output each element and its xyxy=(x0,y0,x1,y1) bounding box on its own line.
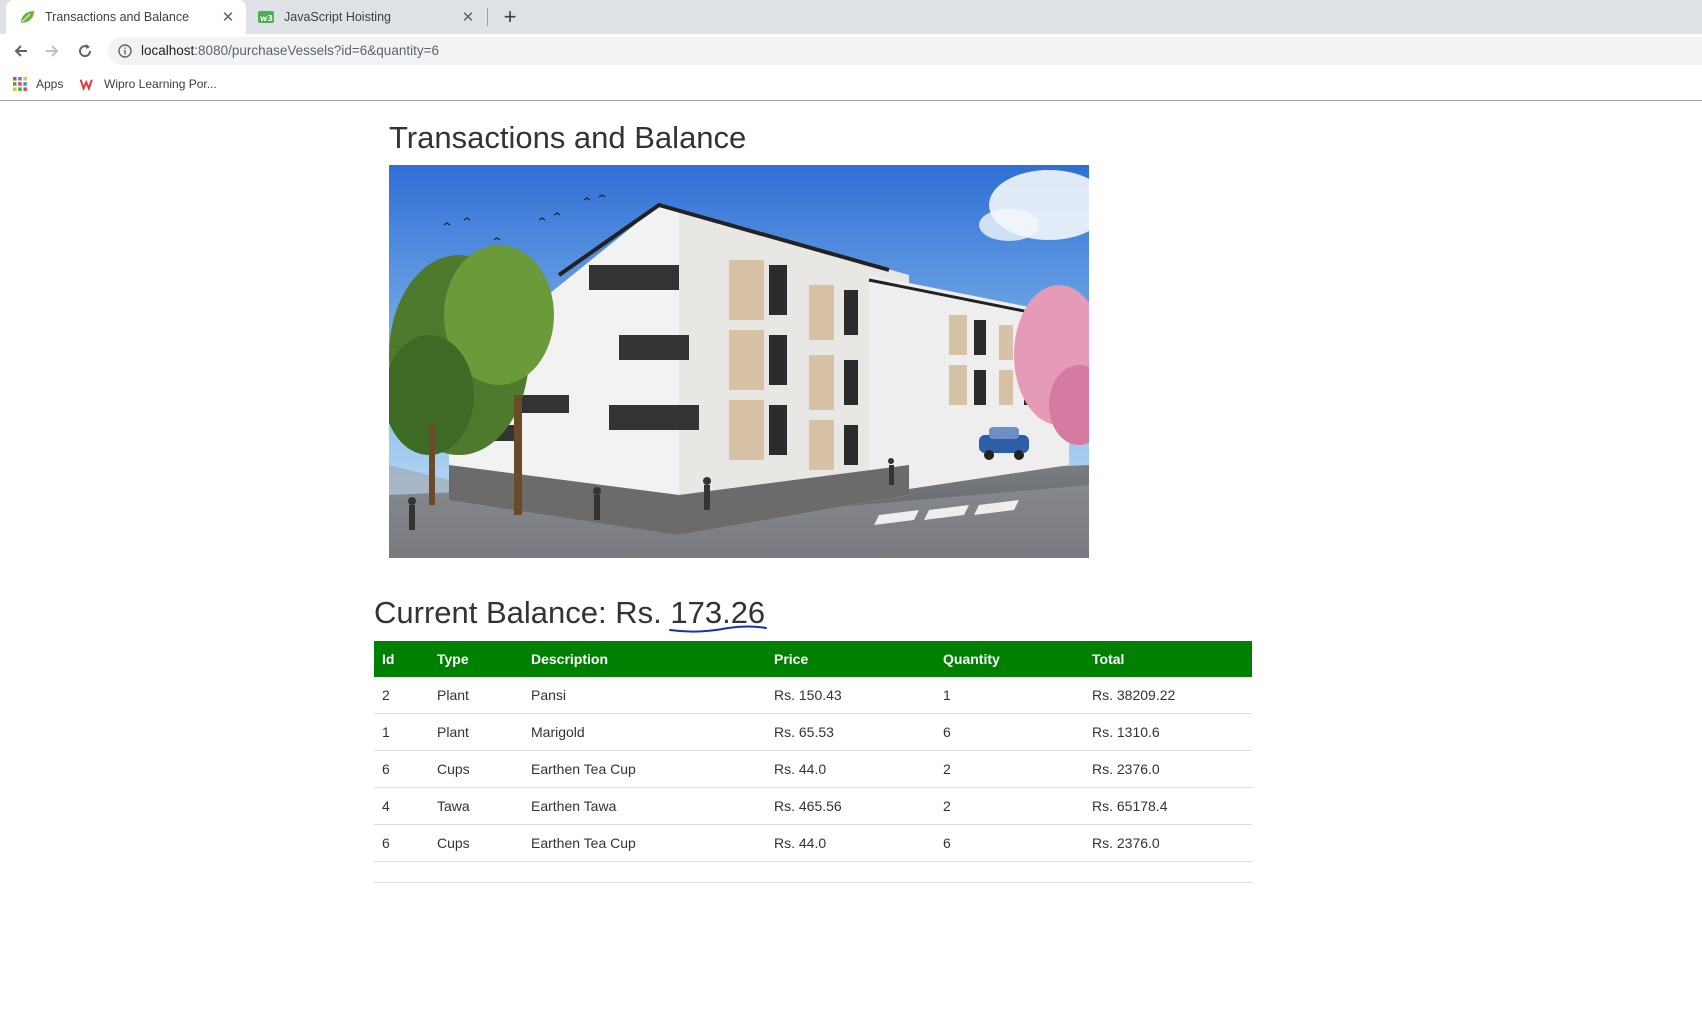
cell-quantity: 2 xyxy=(935,787,1084,825)
cell-total: Rs. 38209.22 xyxy=(1084,677,1252,714)
cell-quantity: 6 xyxy=(935,824,1084,862)
tab-divider xyxy=(487,8,488,26)
bookmark-wipro[interactable]: Wipro Learning Por... xyxy=(80,73,217,95)
back-button[interactable] xyxy=(9,39,33,63)
cell-type: Tawa xyxy=(429,787,523,825)
wipro-logo-icon xyxy=(80,76,96,92)
cell-description: Marigold xyxy=(523,713,766,751)
col-description: Description xyxy=(523,641,766,677)
cell-type: Plant xyxy=(429,713,523,751)
close-icon[interactable]: ✕ xyxy=(218,7,238,27)
pen-underline-annotation xyxy=(669,625,767,633)
cell-id: 6 xyxy=(374,750,429,788)
cell-id: 1 xyxy=(374,713,429,751)
cell-description: Earthen Tawa xyxy=(523,787,766,825)
cell-total: Rs. 65178.4 xyxy=(1084,787,1252,825)
table-row: 6 Cups Earthen Tea Cup Rs. 44.0 2 Rs. 23… xyxy=(374,750,1252,788)
cell-quantity: 2 xyxy=(935,750,1084,788)
col-price: Price xyxy=(766,641,935,677)
bookmark-apps[interactable]: Apps xyxy=(12,73,63,95)
table-row: 6 Cups Earthen Tea Cup Rs. 44.0 6 Rs. 23… xyxy=(374,824,1252,862)
cell-type: Cups xyxy=(429,750,523,788)
balance-label: Current Balance: Rs. xyxy=(374,595,671,630)
forward-arrow-icon xyxy=(46,45,59,57)
cell-price: Rs. 44.0 xyxy=(766,750,935,788)
cell-quantity: 1 xyxy=(935,677,1084,714)
table-row: 2 Plant Pansi Rs. 150.43 1 Rs. 38209.22 xyxy=(374,677,1252,714)
cell-type: Cups xyxy=(429,824,523,862)
new-tab-button[interactable]: + xyxy=(497,4,523,30)
reload-icon xyxy=(79,44,92,58)
tab-title: JavaScript Hoisting xyxy=(284,10,391,24)
cell-description: Earthen Tea Cup xyxy=(523,750,766,788)
apps-grid-icon xyxy=(12,76,28,92)
close-icon[interactable]: ✕ xyxy=(458,7,478,27)
table-header-row: Id Type Description Price Quantity Total xyxy=(374,641,1252,677)
col-type: Type xyxy=(429,641,523,677)
reload-button[interactable] xyxy=(73,39,97,63)
cell-price: Rs. 465.56 xyxy=(766,787,935,825)
cell-total: Rs. 1310.6 xyxy=(1084,713,1252,751)
browser-toolbar: localhost:8080/purchaseVessels?id=6&quan… xyxy=(0,34,1702,68)
back-arrow-icon xyxy=(14,45,27,57)
leaf-icon xyxy=(19,9,35,25)
cell-id: 4 xyxy=(374,787,429,825)
url-path: :8080/purchaseVessels?id=6&quantity=6 xyxy=(194,43,439,58)
cell-type: Plant xyxy=(429,677,523,714)
cell-total: Rs. 2376.0 xyxy=(1084,750,1252,788)
page-title: Transactions and Balance xyxy=(389,120,747,155)
url-text: localhost:8080/purchaseVessels?id=6&quan… xyxy=(141,43,439,58)
url-host: localhost xyxy=(141,43,195,58)
table-row: 4 Tawa Earthen Tawa Rs. 465.56 2 Rs. 651… xyxy=(374,787,1252,825)
cell-total: Rs. 2376.0 xyxy=(1084,824,1252,862)
col-total: Total xyxy=(1084,641,1252,677)
cell-id: 2 xyxy=(374,677,429,714)
cell-price: Rs. 150.43 xyxy=(766,677,935,714)
cell-price: Rs. 65.53 xyxy=(766,713,935,751)
cell-description: Earthen Tea Cup xyxy=(523,824,766,862)
cell-price: Rs. 44.0 xyxy=(766,824,935,862)
bookmark-label: Apps xyxy=(36,77,64,91)
tab-javascript-hoisting[interactable]: w3 JavaScript Hoisting ✕ xyxy=(248,0,486,34)
transactions-table: Id Type Description Price Quantity Total… xyxy=(374,641,1252,862)
building-photo xyxy=(389,165,1089,558)
tab-transactions[interactable]: Transactions and Balance ✕ xyxy=(6,0,246,34)
tab-title: Transactions and Balance xyxy=(45,10,190,24)
bookmarks-bar: Apps Wipro Learning Por... xyxy=(0,68,1702,101)
cell-quantity: 6 xyxy=(935,713,1084,751)
col-quantity: Quantity xyxy=(935,641,1084,677)
w3-icon: w3 xyxy=(258,9,274,25)
col-id: Id xyxy=(374,641,429,677)
table-row: 1 Plant Marigold Rs. 65.53 6 Rs. 1310.6 xyxy=(374,713,1252,751)
cell-id: 6 xyxy=(374,824,429,862)
forward-button[interactable] xyxy=(40,39,64,63)
bookmark-label: Wipro Learning Por... xyxy=(104,77,217,91)
info-icon[interactable] xyxy=(118,44,132,58)
tab-strip: Transactions and Balance ✕ w3 JavaScript… xyxy=(0,0,1702,34)
address-bar[interactable]: localhost:8080/purchaseVessels?id=6&quan… xyxy=(108,37,1702,65)
table-bottom-divider xyxy=(374,882,1252,883)
cell-description: Pansi xyxy=(523,677,766,714)
svg-text:w3: w3 xyxy=(260,14,273,23)
